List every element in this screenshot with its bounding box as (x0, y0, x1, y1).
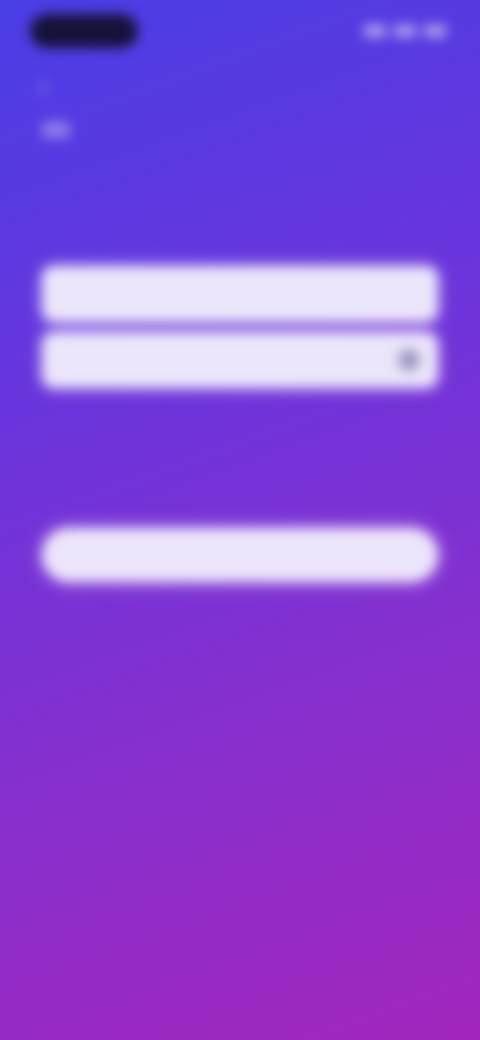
page-title (42, 158, 242, 192)
password-input[interactable] (60, 350, 398, 370)
chevron-left-icon: ‹ (39, 74, 47, 99)
helper-links (60, 402, 260, 466)
back-button[interactable]: ‹ (26, 70, 60, 104)
logo-icon (42, 122, 70, 138)
eye-icon[interactable] (398, 349, 420, 371)
forgot-password-link[interactable] (60, 402, 260, 426)
battery-icon (424, 25, 446, 37)
status-indicators (350, 22, 446, 40)
email-field[interactable] (42, 266, 438, 322)
signal-icon (364, 25, 386, 37)
password-field[interactable] (42, 332, 438, 388)
create-account-link[interactable] (60, 434, 260, 458)
page-subtitle (42, 208, 322, 236)
status-bar (0, 0, 480, 64)
status-time-pill (30, 14, 138, 48)
login-button[interactable] (42, 528, 438, 582)
email-input[interactable] (60, 284, 420, 304)
login-screen: ‹ (0, 0, 480, 1040)
wifi-icon (394, 25, 416, 37)
